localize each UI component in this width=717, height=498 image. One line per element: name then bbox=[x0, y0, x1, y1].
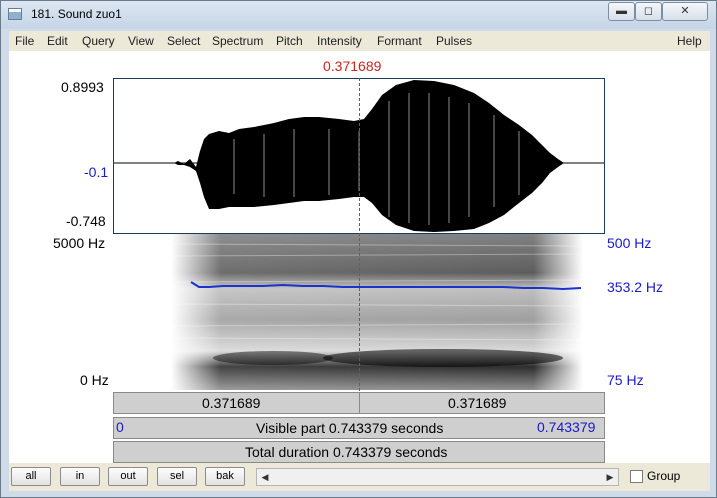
minimize-button[interactable]: ▬ bbox=[608, 2, 635, 21]
waveform-min-label: -0.748 bbox=[66, 213, 106, 229]
time-bar[interactable]: 0.371689 0.371689 bbox=[113, 392, 605, 414]
spectrogram-top-freq-label: 5000 Hz bbox=[53, 235, 106, 251]
praat-sound-window: 181. Sound zuo1 ▬ ◻ ✕ File Edit Query Vi… bbox=[0, 0, 717, 498]
zoom-out-button[interactable]: out bbox=[108, 467, 148, 486]
menu-bar: File Edit Query View Select Spectrum Pit… bbox=[9, 31, 710, 51]
visible-end-label: 0.743379 bbox=[537, 419, 596, 435]
visible-start-label: 0 bbox=[116, 419, 124, 435]
cursor-line bbox=[359, 78, 360, 391]
drawing-area[interactable]: 0.371689 0.8993 -0.1 -0.748 5000 Hz 0 Hz… bbox=[9, 51, 710, 463]
menu-help[interactable]: Help bbox=[677, 34, 702, 48]
group-label: Group bbox=[647, 469, 681, 483]
spectrogram-bottom-freq-label: 0 Hz bbox=[80, 372, 109, 388]
menu-view[interactable]: View bbox=[128, 34, 154, 48]
bottom-toolbar: all in out sel bak ◀ ▶ Group bbox=[9, 463, 710, 491]
menu-formant[interactable]: Formant bbox=[377, 34, 422, 48]
horizontal-scrollbar[interactable]: ◀ ▶ bbox=[256, 468, 619, 486]
editor-content: 0.371689 0.8993 -0.1 -0.748 5000 Hz 0 Hz… bbox=[9, 51, 710, 491]
menu-select[interactable]: Select bbox=[167, 34, 200, 48]
time-bar-right[interactable]: 0.371689 bbox=[448, 395, 506, 411]
pitch-bottom-label: 75 Hz bbox=[607, 372, 644, 388]
waveform-max-label: 0.8993 bbox=[61, 79, 104, 95]
close-icon: ✕ bbox=[680, 5, 690, 17]
zoom-all-button[interactable]: all bbox=[11, 467, 51, 486]
praat-window-icon bbox=[8, 8, 22, 20]
time-bar-divider bbox=[359, 393, 360, 413]
visible-part-label: Visible part 0.743379 seconds bbox=[256, 420, 444, 436]
pitch-value-label: 353.2 Hz bbox=[607, 279, 664, 295]
window-title: 181. Sound zuo1 bbox=[31, 7, 122, 21]
title-bar: 181. Sound zuo1 ▬ ◻ ✕ bbox=[1, 1, 716, 29]
cursor-time-label: 0.371689 bbox=[323, 58, 382, 74]
group-checkbox[interactable] bbox=[630, 470, 643, 483]
menu-edit[interactable]: Edit bbox=[47, 34, 68, 48]
time-bar-left[interactable]: 0.371689 bbox=[202, 395, 260, 411]
menu-spectrum[interactable]: Spectrum bbox=[212, 34, 263, 48]
menu-pitch[interactable]: Pitch bbox=[276, 34, 303, 48]
zoom-selection-button[interactable]: sel bbox=[157, 467, 197, 486]
menu-query[interactable]: Query bbox=[82, 34, 115, 48]
scroll-left-icon[interactable]: ◀ bbox=[258, 470, 272, 484]
maximize-button[interactable]: ◻ bbox=[635, 2, 662, 21]
zoom-in-button[interactable]: in bbox=[60, 467, 100, 486]
close-button[interactable]: ✕ bbox=[662, 2, 708, 21]
menu-intensity[interactable]: Intensity bbox=[317, 34, 362, 48]
total-duration-label: Total duration 0.743379 seconds bbox=[245, 444, 448, 460]
pitch-top-label: 500 Hz bbox=[607, 235, 652, 251]
maximize-icon: ◻ bbox=[643, 5, 654, 17]
visible-part-bar[interactable]: Visible part 0.743379 seconds bbox=[113, 417, 605, 439]
minimize-icon: ▬ bbox=[616, 5, 627, 17]
waveform-mid-label: -0.1 bbox=[84, 164, 109, 180]
scroll-right-icon[interactable]: ▶ bbox=[603, 470, 617, 484]
menu-pulses[interactable]: Pulses bbox=[436, 34, 472, 48]
total-duration-bar[interactable]: Total duration 0.743379 seconds bbox=[113, 441, 605, 463]
menu-file[interactable]: File bbox=[15, 34, 34, 48]
zoom-back-button[interactable]: bak bbox=[205, 467, 245, 486]
